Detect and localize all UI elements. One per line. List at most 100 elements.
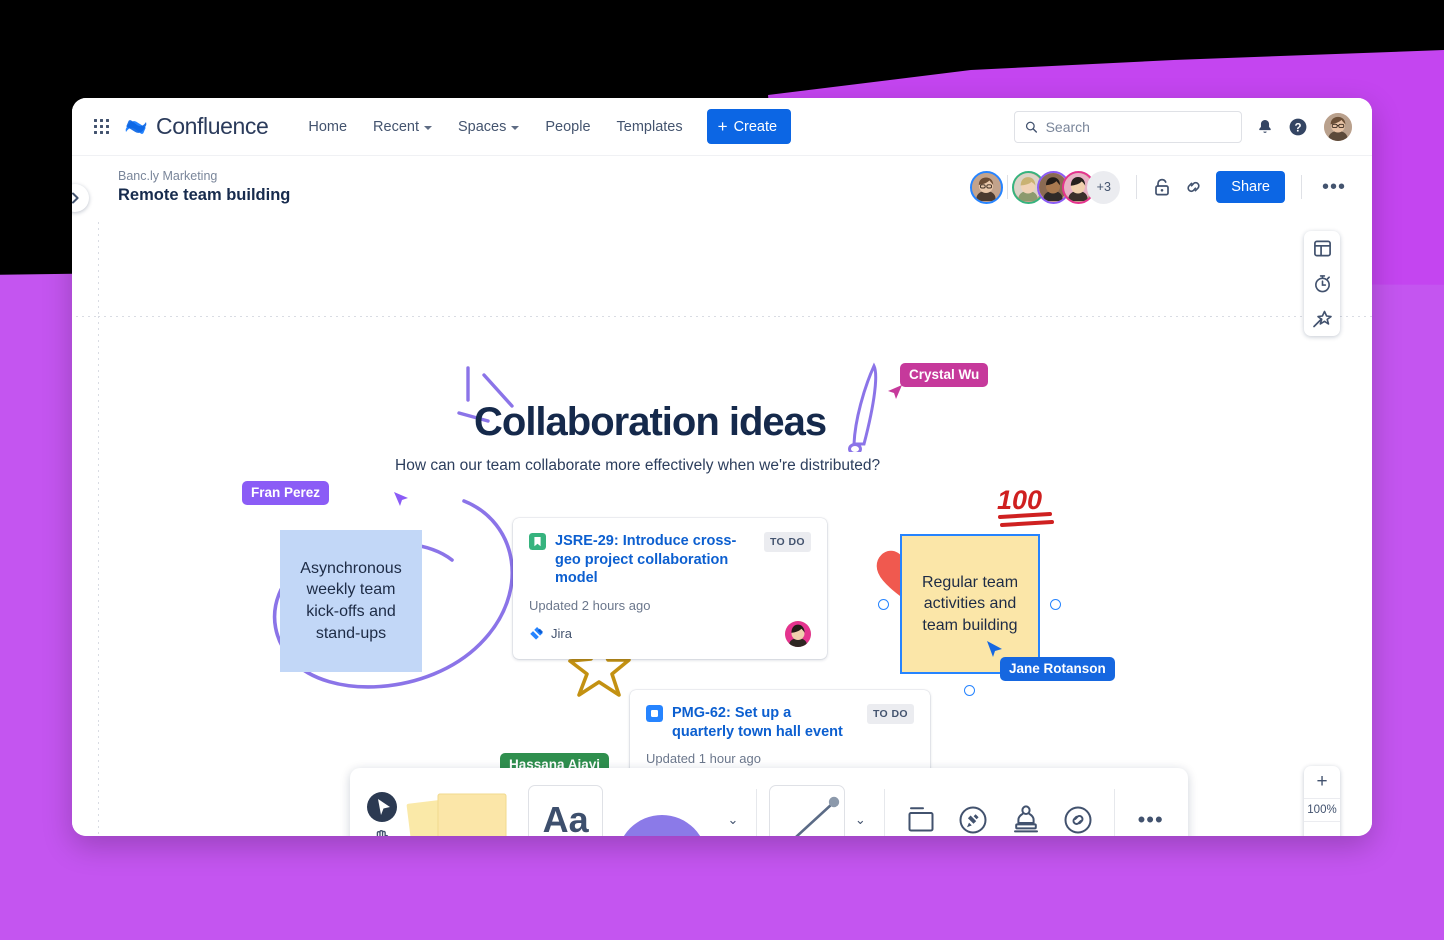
sticky-note-team-activities[interactable]: Regular team activities and team buildin… <box>900 534 1040 674</box>
confluence-app-window: Confluence Home Recent Spaces People Tem… <box>72 98 1372 836</box>
breadcrumb[interactable]: Banc.ly Marketing <box>118 169 290 183</box>
avatar[interactable] <box>970 170 1004 204</box>
jira-product-icon <box>530 627 543 640</box>
confluence-mark-icon <box>125 119 147 134</box>
divider <box>756 789 758 836</box>
search-input[interactable] <box>1045 118 1231 135</box>
cursor-label-jane-rotanson: Jane Rotanson <box>1000 657 1115 681</box>
shape-tool[interactable] <box>607 780 717 836</box>
confluence-logo[interactable]: Confluence <box>125 113 269 140</box>
sticky-note-async[interactable]: Asynchronous weekly team kick-offs and s… <box>280 530 422 672</box>
cursor-label-crystal-wu: Crystal Wu <box>900 363 989 387</box>
page-header-bar: Banc.ly Marketing Remote team building +… <box>72 156 1372 218</box>
whiteboard-title[interactable]: Collaboration ideas <box>474 400 827 445</box>
bell-icon[interactable] <box>1256 118 1274 136</box>
whiteboard-canvas[interactable]: Collaboration ideas How can our team col… <box>72 218 1372 836</box>
expand-sidebar-button[interactable] <box>72 184 89 212</box>
resize-handle-left[interactable] <box>878 599 889 610</box>
nav-item-home[interactable]: Home <box>298 112 357 142</box>
hundred-points-sticker[interactable]: 100 <box>994 482 1060 530</box>
zoom-level-label[interactable]: 100% <box>1304 798 1340 822</box>
app-switcher-icon[interactable] <box>94 119 109 134</box>
plus-icon: + <box>717 117 728 136</box>
primary-nav-items: Home Recent Spaces People Templates <box>298 112 692 142</box>
jira-card-jsre-29-updated: Updated 2 hours ago <box>529 597 651 613</box>
create-button-label: Create <box>733 118 778 135</box>
frame-tool[interactable] <box>897 793 945 836</box>
global-navigation: Confluence Home Recent Spaces People Tem… <box>72 98 1372 156</box>
screenshot-root: Confluence Home Recent Spaces People Tem… <box>0 0 1444 940</box>
help-icon[interactable]: ? <box>1288 117 1308 137</box>
global-nav-right: ? <box>1014 110 1354 143</box>
nav-item-templates-label: Templates <box>616 118 683 135</box>
user-avatar[interactable] <box>1322 110 1354 143</box>
jira-card-jsre-29[interactable]: JSRE-29: Introduce cross-geo project col… <box>513 518 827 659</box>
resize-handle-bottom[interactable] <box>964 685 975 696</box>
divider <box>1114 789 1116 836</box>
chevron-down-icon <box>511 125 520 130</box>
chevron-right-icon <box>72 192 79 204</box>
jira-tool[interactable] <box>949 793 997 836</box>
link-icon[interactable] <box>1183 177 1204 197</box>
select-tool[interactable] <box>366 791 398 823</box>
jira-card-jsre-29-title[interactable]: JSRE-29: Introduce cross-geo project col… <box>555 532 747 588</box>
share-button[interactable]: Share <box>1216 171 1285 203</box>
text-tool[interactable]: Aa <box>527 785 604 836</box>
collaborator-facepile: +3 <box>970 170 1121 204</box>
sticky-note-team-activities-text: Regular team activities and team buildin… <box>921 573 1019 634</box>
zoom-out-button[interactable]: − <box>1304 822 1340 836</box>
exclamation-doodle <box>848 362 878 452</box>
templates-icon[interactable] <box>1304 231 1340 266</box>
jira-card-pmg-62-updated: Updated 1 hour ago <box>646 751 761 767</box>
nav-item-recent-label: Recent <box>373 118 419 135</box>
nav-item-people[interactable]: People <box>535 112 600 142</box>
sticky-note-tool[interactable] <box>404 780 524 836</box>
timer-icon[interactable] <box>1304 266 1340 301</box>
collaborator-overflow-count[interactable]: +3 <box>1087 170 1121 204</box>
resize-handle-right[interactable] <box>1050 599 1061 610</box>
shape-tool-chevron-down-icon[interactable]: ⌄ <box>721 812 744 828</box>
search-icon <box>1025 121 1038 133</box>
more-tools-button[interactable]: ••• <box>1127 793 1174 836</box>
create-button[interactable]: + Create <box>706 109 792 144</box>
sticky-note-async-text: Asynchronous weekly team kick-offs and s… <box>300 559 402 642</box>
divider <box>883 789 885 836</box>
avatar[interactable] <box>785 620 811 647</box>
line-tool[interactable] <box>769 785 845 836</box>
hand-tool[interactable] <box>371 827 393 836</box>
svg-text:100: 100 <box>997 485 1042 515</box>
right-tool-rail <box>1304 231 1340 336</box>
line-tool-chevron-down-icon[interactable]: ⌄ <box>849 812 872 828</box>
divider <box>1136 175 1138 199</box>
active-collaborators: +3 <box>1012 170 1121 204</box>
cursor-pointer-jane-rotanson <box>987 641 1002 657</box>
magic-wand-icon[interactable] <box>1304 301 1340 336</box>
jira-card-jsre-29-status: TO DO <box>763 532 811 552</box>
nav-item-templates[interactable]: Templates <box>607 112 693 142</box>
nav-item-recent[interactable]: Recent <box>363 112 442 142</box>
nav-item-home-label: Home <box>308 118 348 135</box>
jira-task-icon <box>646 705 663 722</box>
lock-icon[interactable] <box>1153 177 1171 197</box>
nav-item-people-label: People <box>545 118 591 135</box>
divider <box>1300 175 1302 199</box>
page-title: Remote team building <box>118 186 291 204</box>
page-more-actions-button[interactable]: ••• <box>1318 176 1350 199</box>
link-tool[interactable] <box>1054 793 1102 836</box>
page-actions: +3 Share ••• <box>970 170 1350 204</box>
confluence-wordmark: Confluence <box>156 113 269 139</box>
select-and-pan-group <box>364 785 400 836</box>
jira-card-jsre-29-source: Jira <box>551 626 572 642</box>
divider <box>1007 175 1009 199</box>
jira-story-icon <box>529 533 546 550</box>
search-box[interactable] <box>1014 110 1242 143</box>
svg-text:?: ? <box>1294 122 1301 134</box>
whiteboard-subtitle[interactable]: How can our team collaborate more effect… <box>395 457 880 475</box>
stamp-tool[interactable] <box>1002 793 1050 836</box>
nav-item-spaces-label: Spaces <box>458 118 507 135</box>
nav-item-spaces[interactable]: Spaces <box>448 112 529 142</box>
whiteboard-toolbar: Aa ⌄ ⌄ ••• <box>350 768 1188 836</box>
jira-card-pmg-62-title[interactable]: PMG-62: Set up a quarterly town hall eve… <box>672 704 850 741</box>
zoom-control: + 100% − <box>1304 766 1340 836</box>
zoom-in-button[interactable]: + <box>1304 766 1340 798</box>
